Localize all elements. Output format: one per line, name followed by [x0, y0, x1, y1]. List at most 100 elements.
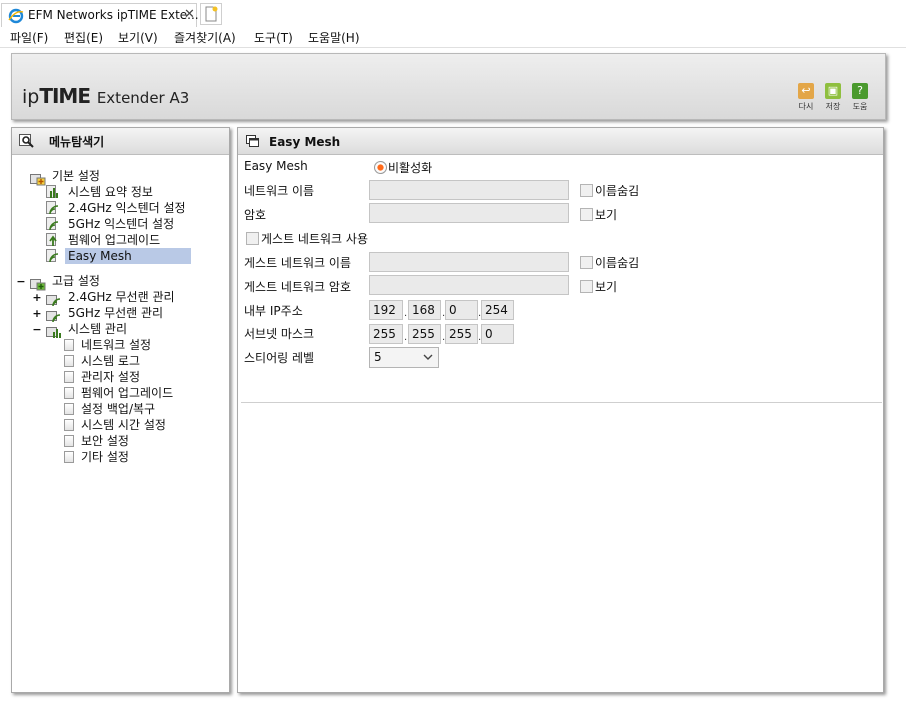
- logo-ip: ip: [22, 86, 40, 108]
- nav-other-settings[interactable]: 기타 설정: [81, 449, 129, 465]
- guest-show-password-checkbox[interactable]: [580, 280, 593, 293]
- nav-firmware-upgrade-advanced[interactable]: 펌웨어 업그레이드: [81, 385, 173, 401]
- chevron-down-icon: [423, 354, 433, 360]
- network-name-input[interactable]: [369, 180, 569, 200]
- page-icon: [64, 387, 74, 399]
- subnet-octet-3[interactable]: 255: [445, 324, 478, 344]
- nav-system-log[interactable]: 시스템 로그: [81, 353, 140, 369]
- menu-tools[interactable]: 도구(T): [254, 29, 293, 46]
- steering-level-select[interactable]: 5: [369, 347, 439, 368]
- guest-name-label: 게스트 네트워크 이름: [244, 256, 351, 270]
- ip-octet-3[interactable]: 0: [445, 300, 478, 320]
- page-icon: [64, 355, 74, 367]
- page-icon: [64, 451, 74, 463]
- show-password-checkbox[interactable]: [580, 208, 593, 221]
- nav-5ghz-wireless[interactable]: 5GHz 무선랜 관리: [68, 305, 163, 321]
- nav-easy-mesh[interactable]: Easy Mesh: [65, 248, 191, 264]
- collapse-advanced-icon[interactable]: −: [16, 275, 26, 288]
- wifi-icon: [46, 201, 59, 215]
- new-tab-icon: [205, 6, 218, 22]
- ip-octet-2[interactable]: 168: [408, 300, 441, 320]
- help-button[interactable]: ? 도움: [850, 83, 870, 112]
- easy-mesh-disable-label: 비활성화: [388, 161, 433, 175]
- upgrade-icon: [46, 233, 57, 246]
- guest-hide-name-checkbox[interactable]: [580, 256, 593, 269]
- guest-password-input[interactable]: [369, 275, 569, 295]
- nav-system-time[interactable]: 시스템 시간 설정: [81, 417, 166, 433]
- nav-5ghz-extender[interactable]: 5GHz 익스텐더 설정: [68, 216, 174, 232]
- wifi-icon: [46, 249, 59, 263]
- show-password-label: 보기: [595, 208, 618, 222]
- nav-advanced-settings[interactable]: 고급 설정: [52, 273, 100, 289]
- guest-network-checkbox[interactable]: [246, 232, 259, 245]
- ip-octet-4[interactable]: 254: [481, 300, 514, 320]
- iptime-logo: ipTIME Extender A3: [22, 84, 189, 108]
- nav-firmware-upgrade[interactable]: 펌웨어 업그레이드: [68, 232, 160, 248]
- network-name-label: 네트워크 이름: [244, 184, 315, 198]
- content-title: Easy Mesh: [269, 135, 341, 149]
- nav-network-settings[interactable]: 네트워크 설정: [81, 337, 151, 353]
- nav-system-summary[interactable]: 시스템 요약 정보: [68, 184, 153, 200]
- subnet-octet-2[interactable]: 255: [408, 324, 441, 344]
- menu-help[interactable]: 도움말(H): [308, 29, 360, 46]
- easy-mesh-disable-radio[interactable]: [374, 161, 387, 174]
- page-icon: [64, 419, 74, 431]
- new-tab-button[interactable]: [200, 3, 222, 25]
- menu-explorer-header: 메뉴탐색기: [12, 128, 229, 155]
- guest-name-input[interactable]: [369, 252, 569, 272]
- save-button[interactable]: ▣ 저장: [823, 83, 843, 112]
- nav-security-settings[interactable]: 보안 설정: [81, 433, 129, 449]
- nav-24ghz-wireless[interactable]: 2.4GHz 무선랜 관리: [68, 289, 175, 305]
- wifi-icon: [46, 217, 59, 231]
- password-input[interactable]: [369, 203, 569, 223]
- subnet-octet-1[interactable]: 255: [369, 324, 403, 344]
- page-icon: [64, 371, 74, 383]
- guest-hide-name-label: 이름숨김: [595, 256, 640, 270]
- guest-show-password-label: 보기: [595, 280, 618, 294]
- easy-mesh-label: Easy Mesh: [244, 159, 308, 173]
- hide-name-label: 이름숨김: [595, 184, 640, 198]
- menu-favorites[interactable]: 즐겨찾기(A): [174, 29, 236, 46]
- nav-system-management[interactable]: 시스템 관리: [68, 321, 127, 337]
- tab-title: EFM Networks ipTIME Exte...: [28, 8, 199, 22]
- logo-model: Extender A3: [96, 89, 190, 107]
- ip-dot: .: [404, 308, 408, 319]
- easy-mesh-panel: Easy Mesh Easy Mesh 비활성화 네트워크 이름 이름숨김 암호…: [237, 127, 884, 693]
- nav-basic-settings[interactable]: 기본 설정: [52, 168, 100, 184]
- ie-icon: [8, 8, 24, 24]
- help-icon: ?: [852, 83, 868, 99]
- undo-button[interactable]: ↩ 다시: [796, 83, 816, 112]
- page-icon: [64, 435, 74, 447]
- ip-octet-1[interactable]: 192: [369, 300, 403, 320]
- logo-time: TIME: [39, 84, 91, 108]
- menu-edit[interactable]: 편집(E): [64, 29, 103, 46]
- menu-view[interactable]: 보기(V): [118, 29, 158, 46]
- expand-24ghz-icon[interactable]: +: [32, 291, 42, 304]
- subnet-dot: .: [404, 332, 408, 343]
- menu-explorer-panel: 메뉴탐색기 기본 설정 시스템 요약 정보 2.4GHz 익스텐더 설정 5GH…: [11, 127, 230, 693]
- help-label: 도움: [852, 102, 868, 111]
- save-icon: ▣: [825, 83, 841, 99]
- tab-close-icon[interactable]: ✕: [184, 7, 195, 22]
- search-icon: [19, 134, 34, 148]
- hide-name-checkbox[interactable]: [580, 184, 593, 197]
- chart-icon: [46, 185, 58, 198]
- router-header: ipTIME Extender A3 ↩ 다시 ▣ 저장 ? 도움: [11, 53, 886, 120]
- chart-folder-icon: [46, 327, 61, 338]
- nav-24ghz-extender[interactable]: 2.4GHz 익스텐더 설정: [68, 200, 186, 216]
- wifi-folder-icon: [46, 311, 61, 323]
- nav-admin-settings[interactable]: 관리자 설정: [81, 369, 140, 385]
- expand-5ghz-icon[interactable]: +: [32, 307, 42, 320]
- undo-label: 다시: [798, 102, 814, 111]
- password-label: 암호: [244, 208, 267, 222]
- browser-menu-bar: 파일(F) 편집(E) 보기(V) 즐겨찾기(A) 도구(T) 도움말(H): [0, 27, 906, 48]
- browser-tab[interactable]: EFM Networks ipTIME Exte... ✕: [1, 3, 199, 27]
- steering-level-value: 5: [374, 350, 382, 364]
- menu-file[interactable]: 파일(F): [10, 29, 48, 46]
- subnet-octet-4[interactable]: 0: [481, 324, 514, 344]
- wifi-folder-icon: [46, 295, 61, 307]
- guest-password-label: 게스트 네트워크 암호: [244, 280, 351, 294]
- nav-backup-restore[interactable]: 설정 백업/복구: [81, 401, 155, 417]
- collapse-system-icon[interactable]: −: [32, 323, 42, 336]
- folder-plus-icon: [30, 174, 46, 186]
